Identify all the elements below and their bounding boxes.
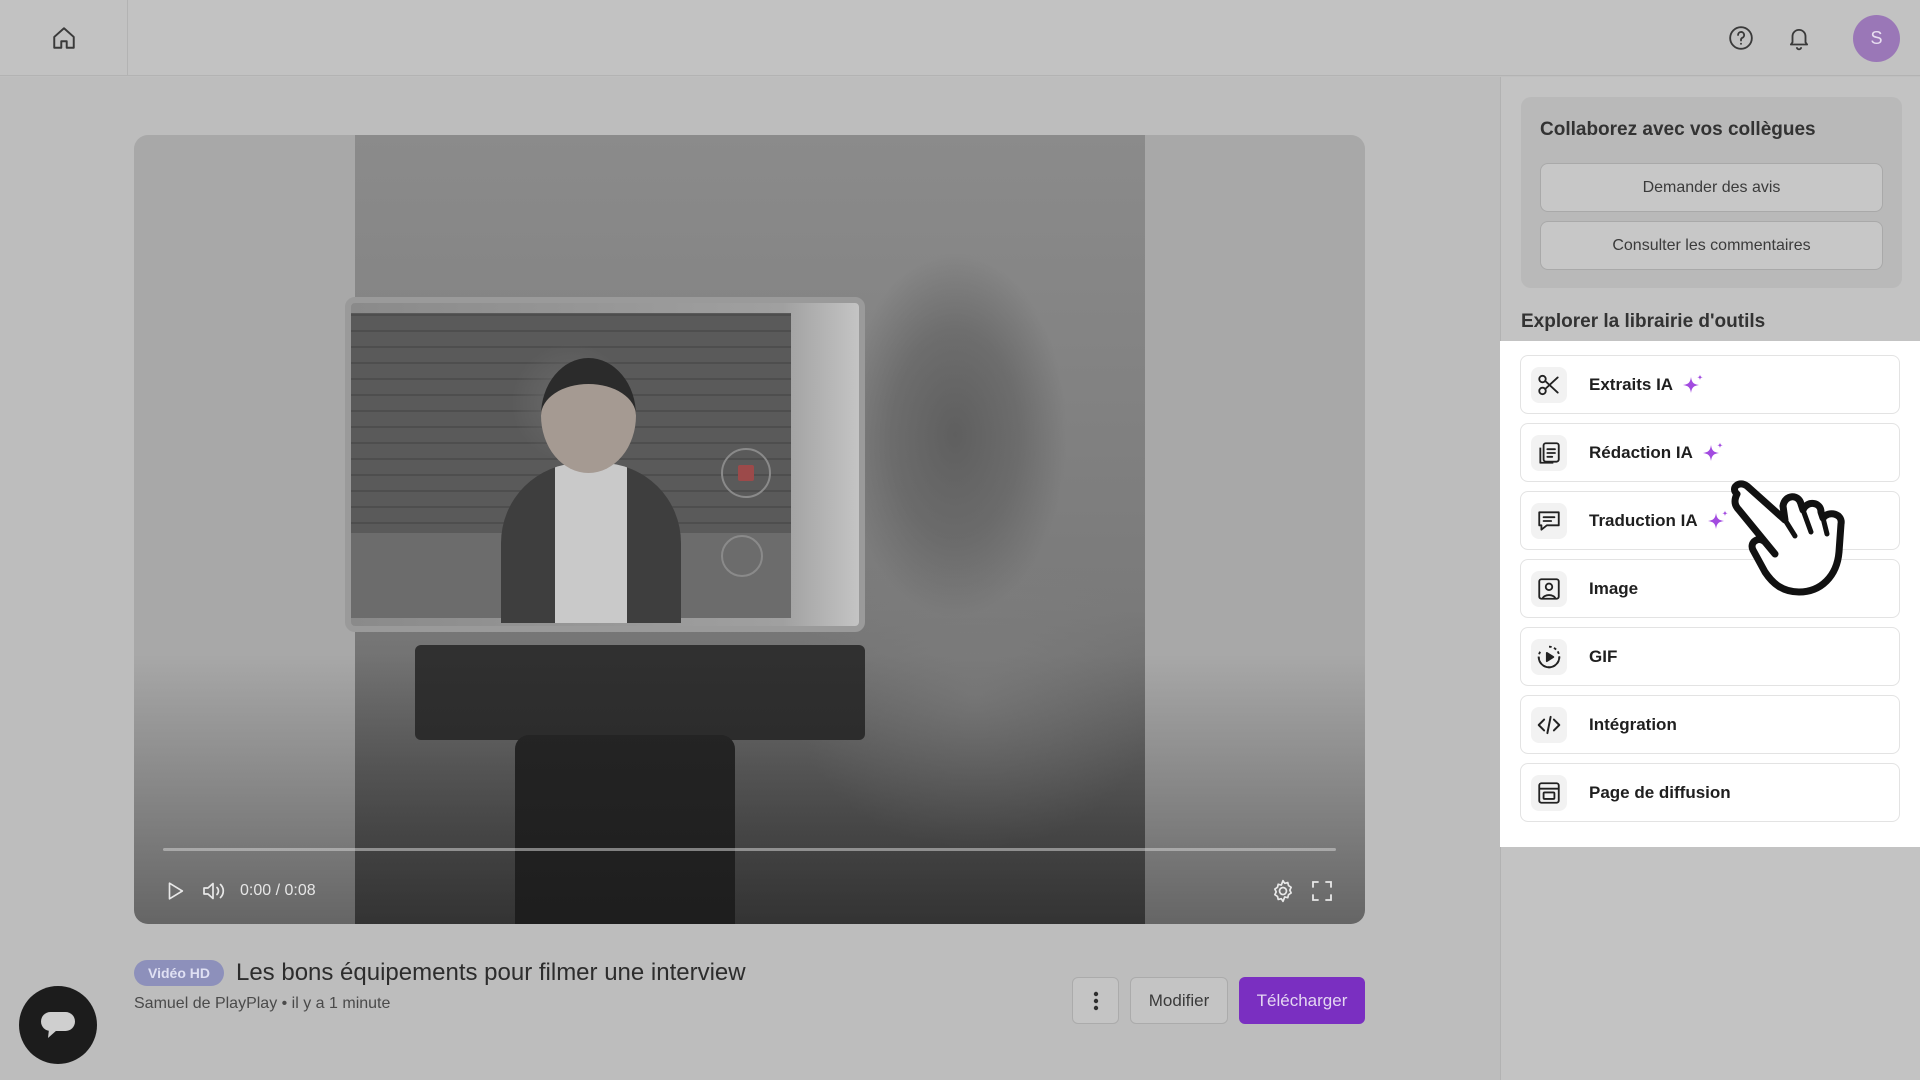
tool-label: Page de diffusion xyxy=(1589,782,1731,802)
pause-icon xyxy=(721,535,763,577)
tool-integration[interactable]: Intégration xyxy=(1520,695,1900,754)
fullscreen-icon xyxy=(1312,881,1332,901)
person-body xyxy=(501,463,681,623)
tool-icon-wrapper xyxy=(1531,570,1567,607)
collaboration-title: Collaborez avec vos collègues xyxy=(1540,119,1816,140)
help-button[interactable] xyxy=(1723,20,1759,56)
tool-icon-wrapper xyxy=(1531,502,1567,539)
tools-heading: Explorer la librairie d'outils xyxy=(1521,311,1766,332)
tool-icon-wrapper xyxy=(1531,706,1567,743)
home-button[interactable] xyxy=(0,0,128,76)
tool-label: Extraits IA xyxy=(1589,374,1674,394)
progress-bar[interactable] xyxy=(163,848,1336,851)
fullscreen-button[interactable] xyxy=(1310,877,1334,905)
message-icon xyxy=(1538,510,1560,531)
volume-button[interactable] xyxy=(201,877,229,905)
play-circle-icon xyxy=(1537,645,1561,668)
tool-label: GIF xyxy=(1589,646,1618,666)
image-icon xyxy=(1538,577,1560,600)
tool-gif[interactable]: GIF xyxy=(1520,627,1900,686)
tool-extraits-ia[interactable]: Extraits IA xyxy=(1520,355,1900,414)
hand-pointer-icon xyxy=(1731,480,1845,596)
view-comments-button[interactable]: Consulter les commentaires xyxy=(1540,221,1883,270)
request-feedback-button[interactable]: Demander des avis xyxy=(1540,163,1883,212)
more-vertical-icon xyxy=(1093,991,1098,1010)
video-meta: Samuel de PlayPlay • il y a 1 minute xyxy=(134,995,391,1012)
play-icon xyxy=(168,882,184,900)
code-icon xyxy=(1537,715,1561,734)
record-icon xyxy=(721,448,771,498)
browser-icon xyxy=(1538,781,1560,804)
time-display: 0:00 / 0:08 xyxy=(240,877,316,905)
volume-icon xyxy=(203,882,225,900)
more-options-button[interactable] xyxy=(1072,977,1119,1024)
tool-page-de-diffusion[interactable]: Page de diffusion xyxy=(1520,763,1900,822)
controls-shade xyxy=(134,654,1365,924)
avatar-initial: S xyxy=(1870,28,1883,48)
top-bar: S xyxy=(0,0,1920,76)
video-title: Les bons équipements pour filmer une int… xyxy=(235,959,746,986)
document-icon xyxy=(1539,441,1560,464)
tool-icon-wrapper xyxy=(1531,366,1567,403)
sparkle-icon xyxy=(1681,373,1705,397)
tool-label: Image xyxy=(1589,578,1639,598)
video-title-row: Vidéo HD Les bons équipements pour filme… xyxy=(134,956,746,990)
tool-icon-wrapper xyxy=(1531,638,1567,675)
sparkle-icon xyxy=(1701,441,1725,465)
tool-label: Intégration xyxy=(1589,714,1677,734)
home-icon xyxy=(52,27,75,49)
tool-label: Rédaction IA xyxy=(1589,442,1693,462)
person-head xyxy=(541,358,636,473)
tool-redaction-ia[interactable]: Rédaction IA xyxy=(1520,423,1900,482)
tool-icon-wrapper xyxy=(1531,774,1567,811)
download-button[interactable]: Télécharger xyxy=(1239,977,1365,1024)
scissors-icon xyxy=(1538,374,1559,395)
tool-icon-wrapper xyxy=(1531,434,1567,471)
time-text: 0:00 / 0:08 xyxy=(240,882,316,899)
phone-on-tripod xyxy=(345,297,865,632)
video-player[interactable]: 0:00 / 0:08 xyxy=(134,135,1365,924)
edit-button[interactable]: Modifier xyxy=(1130,977,1228,1024)
chat-launcher[interactable] xyxy=(19,986,97,1064)
hd-badge: Vidéo HD xyxy=(134,960,224,986)
bell-icon xyxy=(1789,28,1809,51)
play-button[interactable] xyxy=(164,877,186,905)
gear-icon xyxy=(1274,879,1292,903)
help-icon xyxy=(1729,26,1753,50)
notifications-button[interactable] xyxy=(1781,20,1817,56)
settings-button[interactable] xyxy=(1270,877,1296,905)
tool-label: Traduction IA xyxy=(1589,510,1698,530)
phone-screen xyxy=(351,313,791,623)
chat-icon xyxy=(41,1012,75,1038)
collaboration-card: Collaborez avec vos collègues Demander d… xyxy=(1521,97,1902,288)
avatar[interactable]: S xyxy=(1853,15,1900,62)
main-content: 0:00 / 0:08 Vidéo HD Les bons équipement… xyxy=(0,77,1500,1080)
